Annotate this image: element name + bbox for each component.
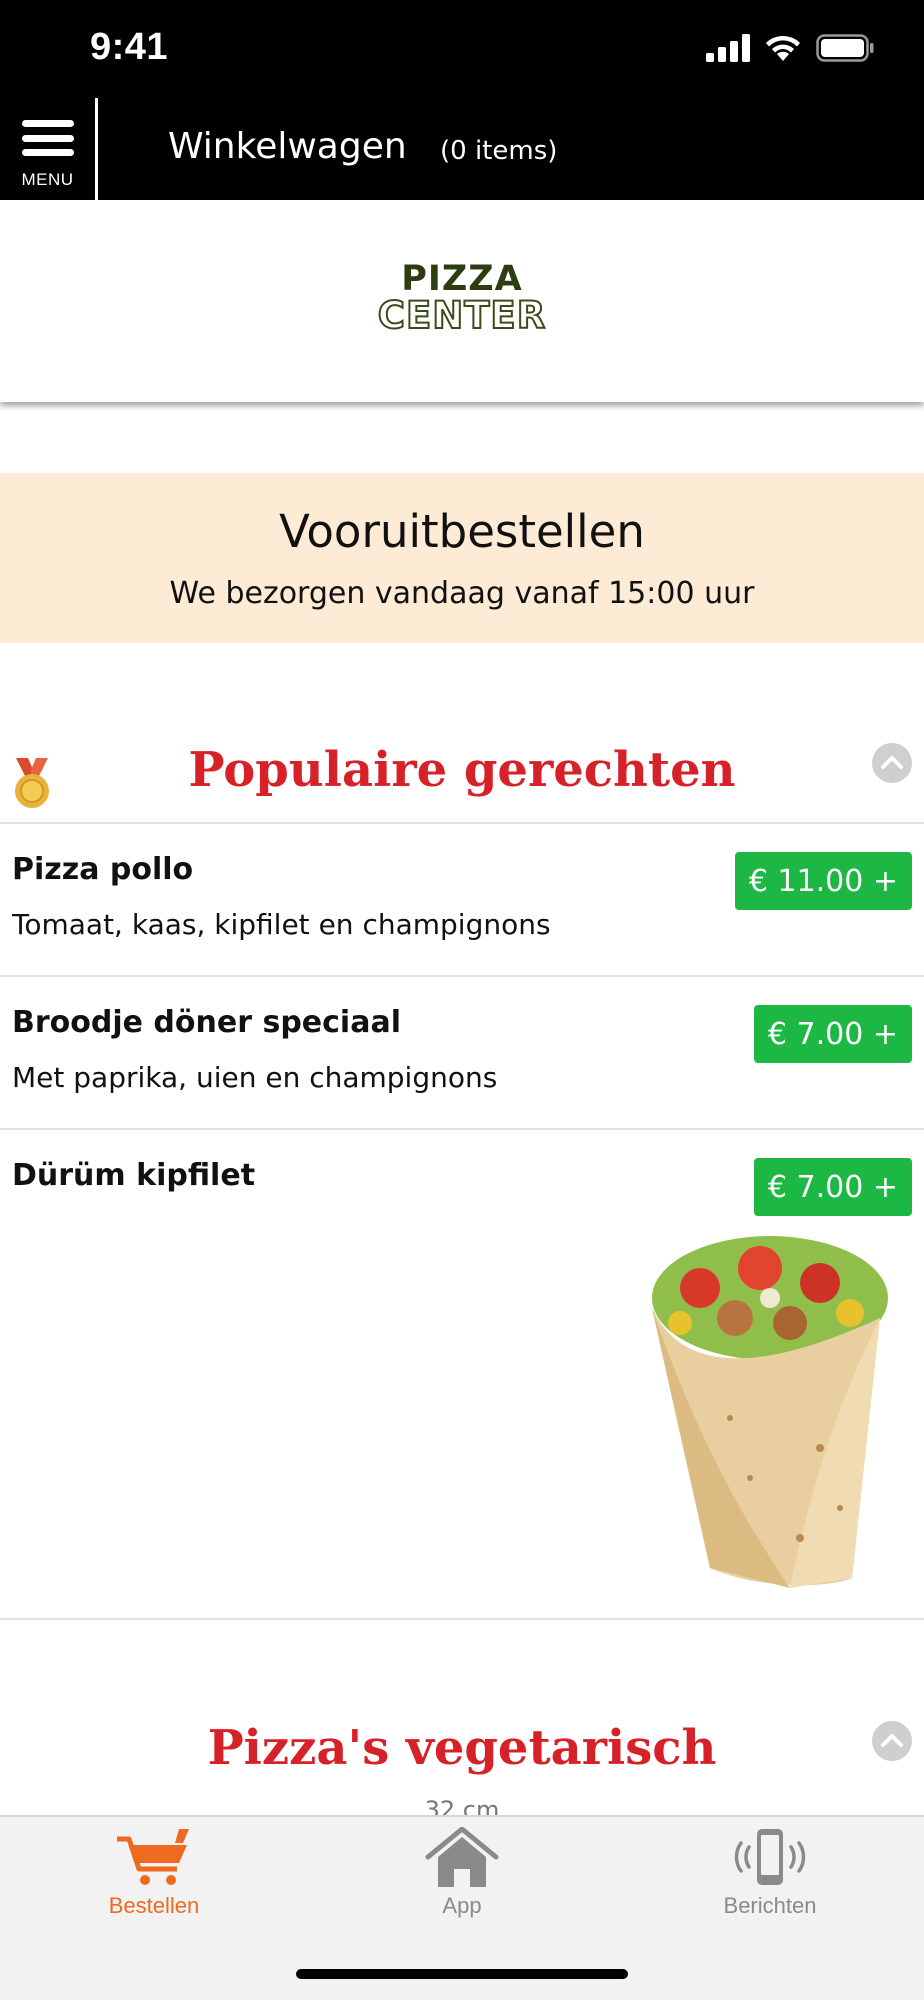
tab-label: Berichten <box>723 1893 817 1918</box>
status-time: 9:41 <box>90 26 169 68</box>
tab-app[interactable]: App <box>362 1827 562 1919</box>
restaurant-logo: PIZZA CENTER <box>376 259 548 337</box>
section-title-popular: Populaire gerechten <box>188 742 736 798</box>
chevron-up-icon <box>881 1734 903 1747</box>
status-icons <box>706 34 874 62</box>
price-add-button[interactable]: € 7.00 + <box>753 1158 912 1216</box>
top-header: MENU Winkelwagen (0 items) <box>0 98 924 200</box>
item-description: Met paprika, uien en champignons <box>12 1061 498 1094</box>
hamburger-icon <box>21 120 74 156</box>
signal-icon <box>706 34 750 62</box>
logo-line2: CENTER <box>377 294 547 337</box>
banner-subtitle: We bezorgen vandaag vanaf 15:00 uur <box>169 576 755 611</box>
item-name: Dürüm kipfilet <box>12 1158 256 1193</box>
logo-line1: PIZZA <box>401 259 523 299</box>
section-title-vegetarian: Pizza's vegetarisch <box>207 1720 717 1776</box>
chevron-up-icon <box>881 756 903 769</box>
item-name: Pizza pollo <box>12 852 194 887</box>
price-add-button[interactable]: € 11.00 + <box>734 852 912 910</box>
cart-title[interactable]: Winkelwagen <box>168 126 407 167</box>
tab-bestellen[interactable]: Bestellen <box>54 1827 254 1919</box>
cart-item-count[interactable]: (0 items) <box>440 136 557 166</box>
tab-label: App <box>442 1893 482 1918</box>
menu-item-pizza-pollo[interactable]: Pizza pollo Tomaat, kaas, kipfilet en ch… <box>0 824 924 976</box>
menu-item-broodje-doner[interactable]: Broodje döner speciaal Met paprika, uien… <box>0 977 924 1129</box>
home-icon <box>425 1827 499 1887</box>
collapse-vegetarian-button[interactable] <box>872 1721 912 1761</box>
tab-berichten[interactable]: Berichten <box>670 1827 870 1919</box>
item-name: Broodje döner speciaal <box>12 1005 401 1040</box>
collapse-popular-button[interactable] <box>872 743 912 783</box>
battery-icon <box>816 34 874 62</box>
divider <box>0 1618 924 1620</box>
tab-label: Bestellen <box>108 1893 200 1918</box>
menu-label: MENU <box>21 170 74 189</box>
menu-button[interactable]: MENU <box>0 98 98 200</box>
phone-vibrate-icon <box>734 1829 806 1885</box>
cart-icon <box>117 1829 189 1885</box>
home-indicator[interactable] <box>296 1969 628 1979</box>
logo-area: PIZZA CENTER <box>0 200 924 402</box>
preorder-banner: Vooruitbestellen We bezorgen vandaag van… <box>0 473 924 643</box>
banner-title: Vooruitbestellen <box>279 505 645 558</box>
status-bar: 9:41 <box>0 0 924 98</box>
price-add-button[interactable]: € 7.00 + <box>753 1005 912 1063</box>
durum-wrap-photo <box>652 1236 888 1588</box>
item-description: Tomaat, kaas, kipfilet en champignons <box>12 908 551 941</box>
wifi-icon <box>766 35 800 61</box>
